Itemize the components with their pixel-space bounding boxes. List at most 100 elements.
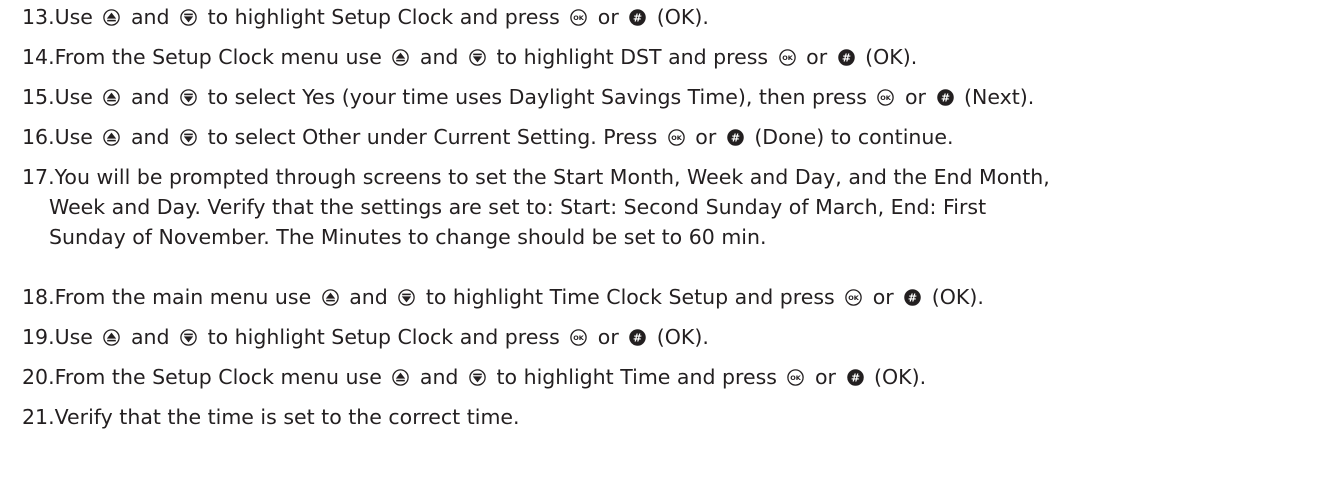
step-21: 21.Verify that the time is set to the co… [22,402,1332,432]
step-18: 18.From the main menu use and to highlig… [22,282,1332,312]
down-arrow-icon [180,9,197,26]
down-arrow-icon [398,289,416,306]
up-arrow-icon [103,129,121,146]
hash-button-icon: # [846,369,864,386]
svg-text:#: # [731,132,740,145]
step-text: to highlight Time and press [489,365,784,389]
svg-text:#: # [908,292,917,305]
down-arrow-icon [180,89,197,106]
up-arrow-icon [103,9,121,26]
hash-button-icon: # [629,9,647,26]
step-text: or [808,365,843,389]
step-14: 14.From the Setup Clock menu use and to … [22,42,1332,72]
step-number: 14. [22,45,55,69]
svg-text:#: # [842,52,851,65]
step-text: to highlight Time Clock Setup and press [419,285,842,309]
hash-button-icon: # [629,329,647,346]
step-text: and [124,325,177,349]
step-text: to select Yes (your time uses Daylight S… [201,85,874,109]
svg-text:#: # [633,332,642,345]
step-number: 13. [22,5,55,29]
step-20: 20.From the Setup Clock menu use and to … [22,362,1332,392]
step-text: and [124,5,177,29]
step-text: Verify that the time is set to the corre… [54,405,520,429]
step-text: and [124,85,177,109]
svg-text:OK: OK [881,94,893,102]
instruction-document: 13.Use and to highlight Setup Clock and … [0,0,1343,481]
step-text-line: Week and Day. Verify that the settings a… [49,195,987,219]
step-text: (OK). [867,365,927,389]
svg-text:#: # [633,12,642,25]
hash-button-icon: # [936,89,954,106]
step-number: 17. [22,165,55,189]
step-text: (OK). [858,45,918,69]
step-16: 16.Use and to select Other under Current… [22,122,1332,152]
ok-button-icon: OK [570,329,588,346]
step-text: (OK). [650,325,709,349]
step-text-line: Sunday of November. The Minutes to chang… [49,225,767,249]
step-number: 20. [22,365,55,389]
step-text: and [413,45,465,69]
hash-button-icon: # [837,49,855,66]
step-text: or [866,285,901,309]
step-number: 19. [22,325,55,349]
svg-text:OK: OK [573,14,585,22]
step-text: or [591,5,626,29]
ok-button-icon: OK [778,49,796,66]
step-number: 18. [22,285,55,309]
down-arrow-icon [180,329,197,346]
up-arrow-icon [321,289,339,306]
step-text: to highlight DST and press [489,45,775,69]
step-text: or [688,125,723,149]
step-number: 16. [22,125,55,149]
step-text: (Next). [957,85,1035,109]
step-text: or [799,45,834,69]
hash-button-icon: # [727,129,744,146]
up-arrow-icon [103,89,121,106]
step-text: and [342,285,395,309]
down-arrow-icon [180,129,197,146]
step-text: From the main menu use [54,285,318,309]
step-text: Use [54,5,100,29]
ok-button-icon: OK [877,89,895,106]
svg-text:#: # [850,372,859,385]
ok-button-icon: OK [570,9,588,26]
step-text: Use [54,85,100,109]
svg-text:OK: OK [848,294,860,302]
step-text: and [413,365,465,389]
up-arrow-icon [103,329,121,346]
step-17: 17.You will be prompted through screens … [22,162,1332,252]
step-number: 15. [22,85,55,109]
step-text: and [124,125,177,149]
step-text: to highlight Setup Clock and press [201,325,567,349]
down-arrow-icon [469,49,486,66]
svg-text:OK: OK [782,54,794,62]
step-text: or [591,325,626,349]
step-text: (OK). [650,5,709,29]
ok-button-icon: OK [787,369,805,386]
step-text: From the Setup Clock menu use [54,45,389,69]
step-19: 19.Use and to highlight Setup Clock and … [22,322,1332,352]
step-text: to highlight Setup Clock and press [201,5,567,29]
step-text-line: You will be prompted through screens to … [54,165,1050,189]
up-arrow-icon [392,49,410,66]
step-text: Use [54,125,100,149]
step-15: 15.Use and to select Yes (your time uses… [22,82,1332,112]
up-arrow-icon [392,369,410,386]
step-text: Use [54,325,100,349]
ok-button-icon: OK [845,289,862,306]
hash-button-icon: # [904,289,921,306]
down-arrow-icon [469,369,486,386]
svg-text:OK: OK [671,134,683,142]
step-text: (OK). [925,285,984,309]
step-text: or [898,85,933,109]
svg-text:OK: OK [791,374,803,382]
ok-button-icon: OK [668,129,685,146]
step-text: From the Setup Clock menu use [54,365,389,389]
step-text: (Done) to continue. [747,125,954,149]
step-number: 21. [22,405,55,429]
step-text: to select Other under Current Setting. P… [201,125,664,149]
svg-text:OK: OK [573,334,585,342]
step-13: 13.Use and to highlight Setup Clock and … [22,2,1332,32]
svg-text:#: # [940,92,949,105]
